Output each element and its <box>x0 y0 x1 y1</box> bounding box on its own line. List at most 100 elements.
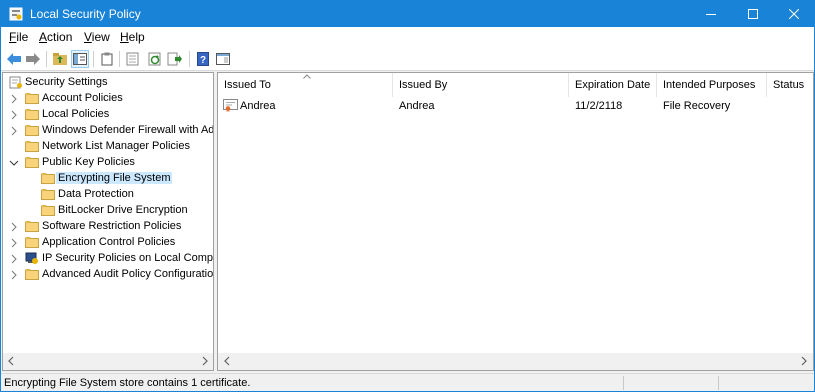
show-hide-tree-icon <box>73 53 87 65</box>
console-tree-content: Security Settings Account Policies Local… <box>3 73 213 354</box>
menu-help-label: elp <box>128 30 145 44</box>
help-button[interactable]: ? <box>194 50 212 68</box>
chevron-right-icon[interactable] <box>9 109 19 121</box>
tree-item-label: IP Security Policies on Local Compute <box>42 252 213 264</box>
chevron-down-icon[interactable] <box>9 157 19 169</box>
up-folder-icon <box>53 53 67 65</box>
minimize-button[interactable] <box>691 1 731 27</box>
list-horizontal-scrollbar[interactable] <box>218 353 813 370</box>
toolbar: ? <box>1 47 814 71</box>
scroll-right-icon[interactable] <box>799 356 809 366</box>
tree-item-label: Data Protection <box>58 188 134 200</box>
folder-icon <box>25 109 39 120</box>
tree-item-label: Account Policies <box>42 92 123 104</box>
chevron-right-icon[interactable] <box>9 237 19 249</box>
sort-ascending-icon <box>303 74 311 79</box>
folder-icon <box>25 221 39 232</box>
export-list-button[interactable] <box>124 50 142 68</box>
column-header-expiration-date[interactable]: Expiration Date <box>569 73 657 97</box>
menu-help-mnemonic: H <box>120 30 129 44</box>
tree-item-label: BitLocker Drive Encryption <box>58 204 188 216</box>
export-button[interactable] <box>166 50 184 68</box>
folder-icon <box>41 205 55 216</box>
ip-security-icon <box>25 252 38 264</box>
properties-button[interactable] <box>214 50 232 68</box>
menu-view-label: iew <box>91 30 110 44</box>
tree-item-label: Local Policies <box>42 108 110 120</box>
status-divider <box>718 376 719 390</box>
folder-icon <box>25 141 39 152</box>
column-header-issued-to[interactable]: Issued To <box>218 73 393 97</box>
column-header-label: Intended Purposes <box>663 79 756 91</box>
tree-horizontal-scrollbar[interactable] <box>3 353 213 370</box>
console-tree[interactable]: Security Settings Account Policies Local… <box>2 72 214 371</box>
chevron-right-icon[interactable] <box>9 125 19 137</box>
show-hide-console-tree-button[interactable] <box>71 50 89 68</box>
tree-item-label: Windows Defender Firewall with Adva <box>42 124 213 136</box>
help-icon: ? <box>197 52 209 66</box>
app-window: Local Security Policy File Action View H… <box>0 0 815 392</box>
chevron-right-icon[interactable] <box>9 253 19 265</box>
column-header-status[interactable]: Status <box>767 73 813 97</box>
scroll-right-icon[interactable] <box>200 356 210 366</box>
menu-action-label: ction <box>47 30 73 44</box>
title-bar[interactable]: Local Security Policy <box>1 1 814 27</box>
column-header-label: Expiration Date <box>575 79 651 91</box>
folder-icon <box>25 269 39 280</box>
toolbar-separator <box>46 51 47 67</box>
svg-text:?: ? <box>200 55 206 66</box>
chevron-right-icon[interactable] <box>9 269 19 281</box>
table-row[interactable]: Andrea Andrea 11/2/2118 File Recovery <box>218 97 813 115</box>
export-icon <box>167 52 182 66</box>
tree-item-label: Advanced Audit Policy Configuration <box>42 268 213 280</box>
export-list-icon <box>126 52 139 66</box>
status-divider <box>623 376 624 390</box>
up-one-level-button[interactable] <box>51 50 69 68</box>
clipboard-icon <box>101 52 113 66</box>
forward-icon <box>26 53 40 65</box>
folder-icon <box>25 125 39 136</box>
refresh-icon <box>148 52 161 66</box>
certificate-icon <box>223 99 238 112</box>
folder-icon <box>41 173 55 184</box>
cell-expiration-date: 11/2/2118 <box>575 100 623 112</box>
certificate-list[interactable]: Issued To Issued By Expiration Date Inte… <box>217 72 814 371</box>
toolbar-separator <box>93 51 94 67</box>
clipboard-button[interactable] <box>98 50 116 68</box>
cell-issued-to: Andrea <box>240 100 276 112</box>
tree-item-label: Network List Manager Policies <box>42 140 190 152</box>
cell-issued-by: Andrea <box>399 100 435 112</box>
tree-item-label: Security Settings <box>25 76 108 88</box>
column-header-intended-purposes[interactable]: Intended Purposes <box>657 73 767 97</box>
column-header-issued-by[interactable]: Issued By <box>393 73 569 97</box>
folder-icon <box>41 189 55 200</box>
close-button[interactable] <box>774 1 814 27</box>
menu-view-mnemonic: V <box>84 30 92 44</box>
scroll-left-icon[interactable] <box>6 356 16 366</box>
minimize-icon <box>706 14 716 15</box>
chevron-right-icon[interactable] <box>9 93 19 105</box>
folder-icon <box>25 237 39 248</box>
back-button[interactable] <box>5 50 23 68</box>
maximize-icon <box>748 9 758 19</box>
menu-file-label: ile <box>16 30 29 44</box>
refresh-button[interactable] <box>146 50 164 68</box>
tree-item-label: Software Restriction Policies <box>42 220 182 232</box>
menu-action[interactable]: Action <box>39 30 72 44</box>
back-icon <box>7 53 21 65</box>
scroll-left-icon[interactable] <box>222 356 232 366</box>
close-icon <box>789 9 799 19</box>
folder-icon <box>25 157 39 168</box>
column-header-label: Issued To <box>224 79 271 91</box>
column-header-label: Issued By <box>399 79 448 91</box>
properties-icon <box>216 53 230 65</box>
security-policy-app-icon <box>9 7 23 21</box>
forward-button[interactable] <box>24 50 42 68</box>
maximize-button[interactable] <box>733 1 773 27</box>
menu-view[interactable]: View <box>84 30 110 44</box>
chevron-right-icon[interactable] <box>9 221 19 233</box>
tree-item-label: Application Control Policies <box>42 236 176 248</box>
toolbar-separator <box>119 51 120 67</box>
menu-help[interactable]: Help <box>120 30 145 44</box>
menu-file[interactable]: File <box>9 30 28 44</box>
